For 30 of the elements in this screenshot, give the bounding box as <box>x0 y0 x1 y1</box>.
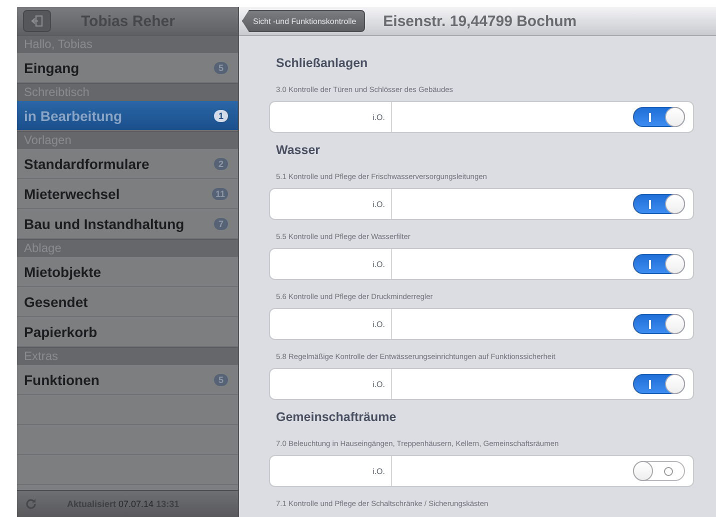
status-field: i.O. <box>270 369 392 399</box>
item-label: Standardformulare <box>24 156 150 172</box>
section-title: Gemeinschafträume <box>276 409 398 426</box>
status-field: i.O. <box>270 309 392 339</box>
toggle-switch[interactable] <box>633 107 685 127</box>
exit-icon <box>31 15 43 27</box>
item-label: Funktionen <box>24 372 100 388</box>
item-label: Papierkorb <box>24 324 98 340</box>
item-label: Gesendet <box>24 294 88 310</box>
item-label: Mietobjekte <box>24 264 102 280</box>
page-title: Eisenstr. 19,44799 Bochum <box>383 12 577 30</box>
status-field: i.O. <box>270 189 392 219</box>
item-label: Eingang <box>24 60 80 76</box>
status-field: i.O. <box>270 249 392 279</box>
count-badge: 1 <box>214 110 228 122</box>
status-field: i.O. <box>270 102 392 132</box>
section-title: Schließanlagen <box>276 55 369 72</box>
status-field: i.O. <box>270 456 392 486</box>
item-label: in Bearbeitung <box>24 108 122 124</box>
exit-button[interactable] <box>23 10 51 32</box>
item-label: Mieterwechsel <box>24 186 120 202</box>
toggle-switch[interactable] <box>633 374 685 394</box>
item-label: Bau und Instandhaltung <box>24 216 184 232</box>
toggle-switch[interactable] <box>633 461 685 481</box>
toggle-switch[interactable] <box>633 314 685 334</box>
sidebar-item[interactable]: in Bearbeitung 1 <box>17 101 238 131</box>
toggle-switch[interactable] <box>633 254 685 274</box>
back-button[interactable]: Sicht -und Funktionskontrolle <box>242 10 366 32</box>
section-title: Wasser <box>276 142 322 159</box>
toggle-switch[interactable] <box>633 194 685 214</box>
